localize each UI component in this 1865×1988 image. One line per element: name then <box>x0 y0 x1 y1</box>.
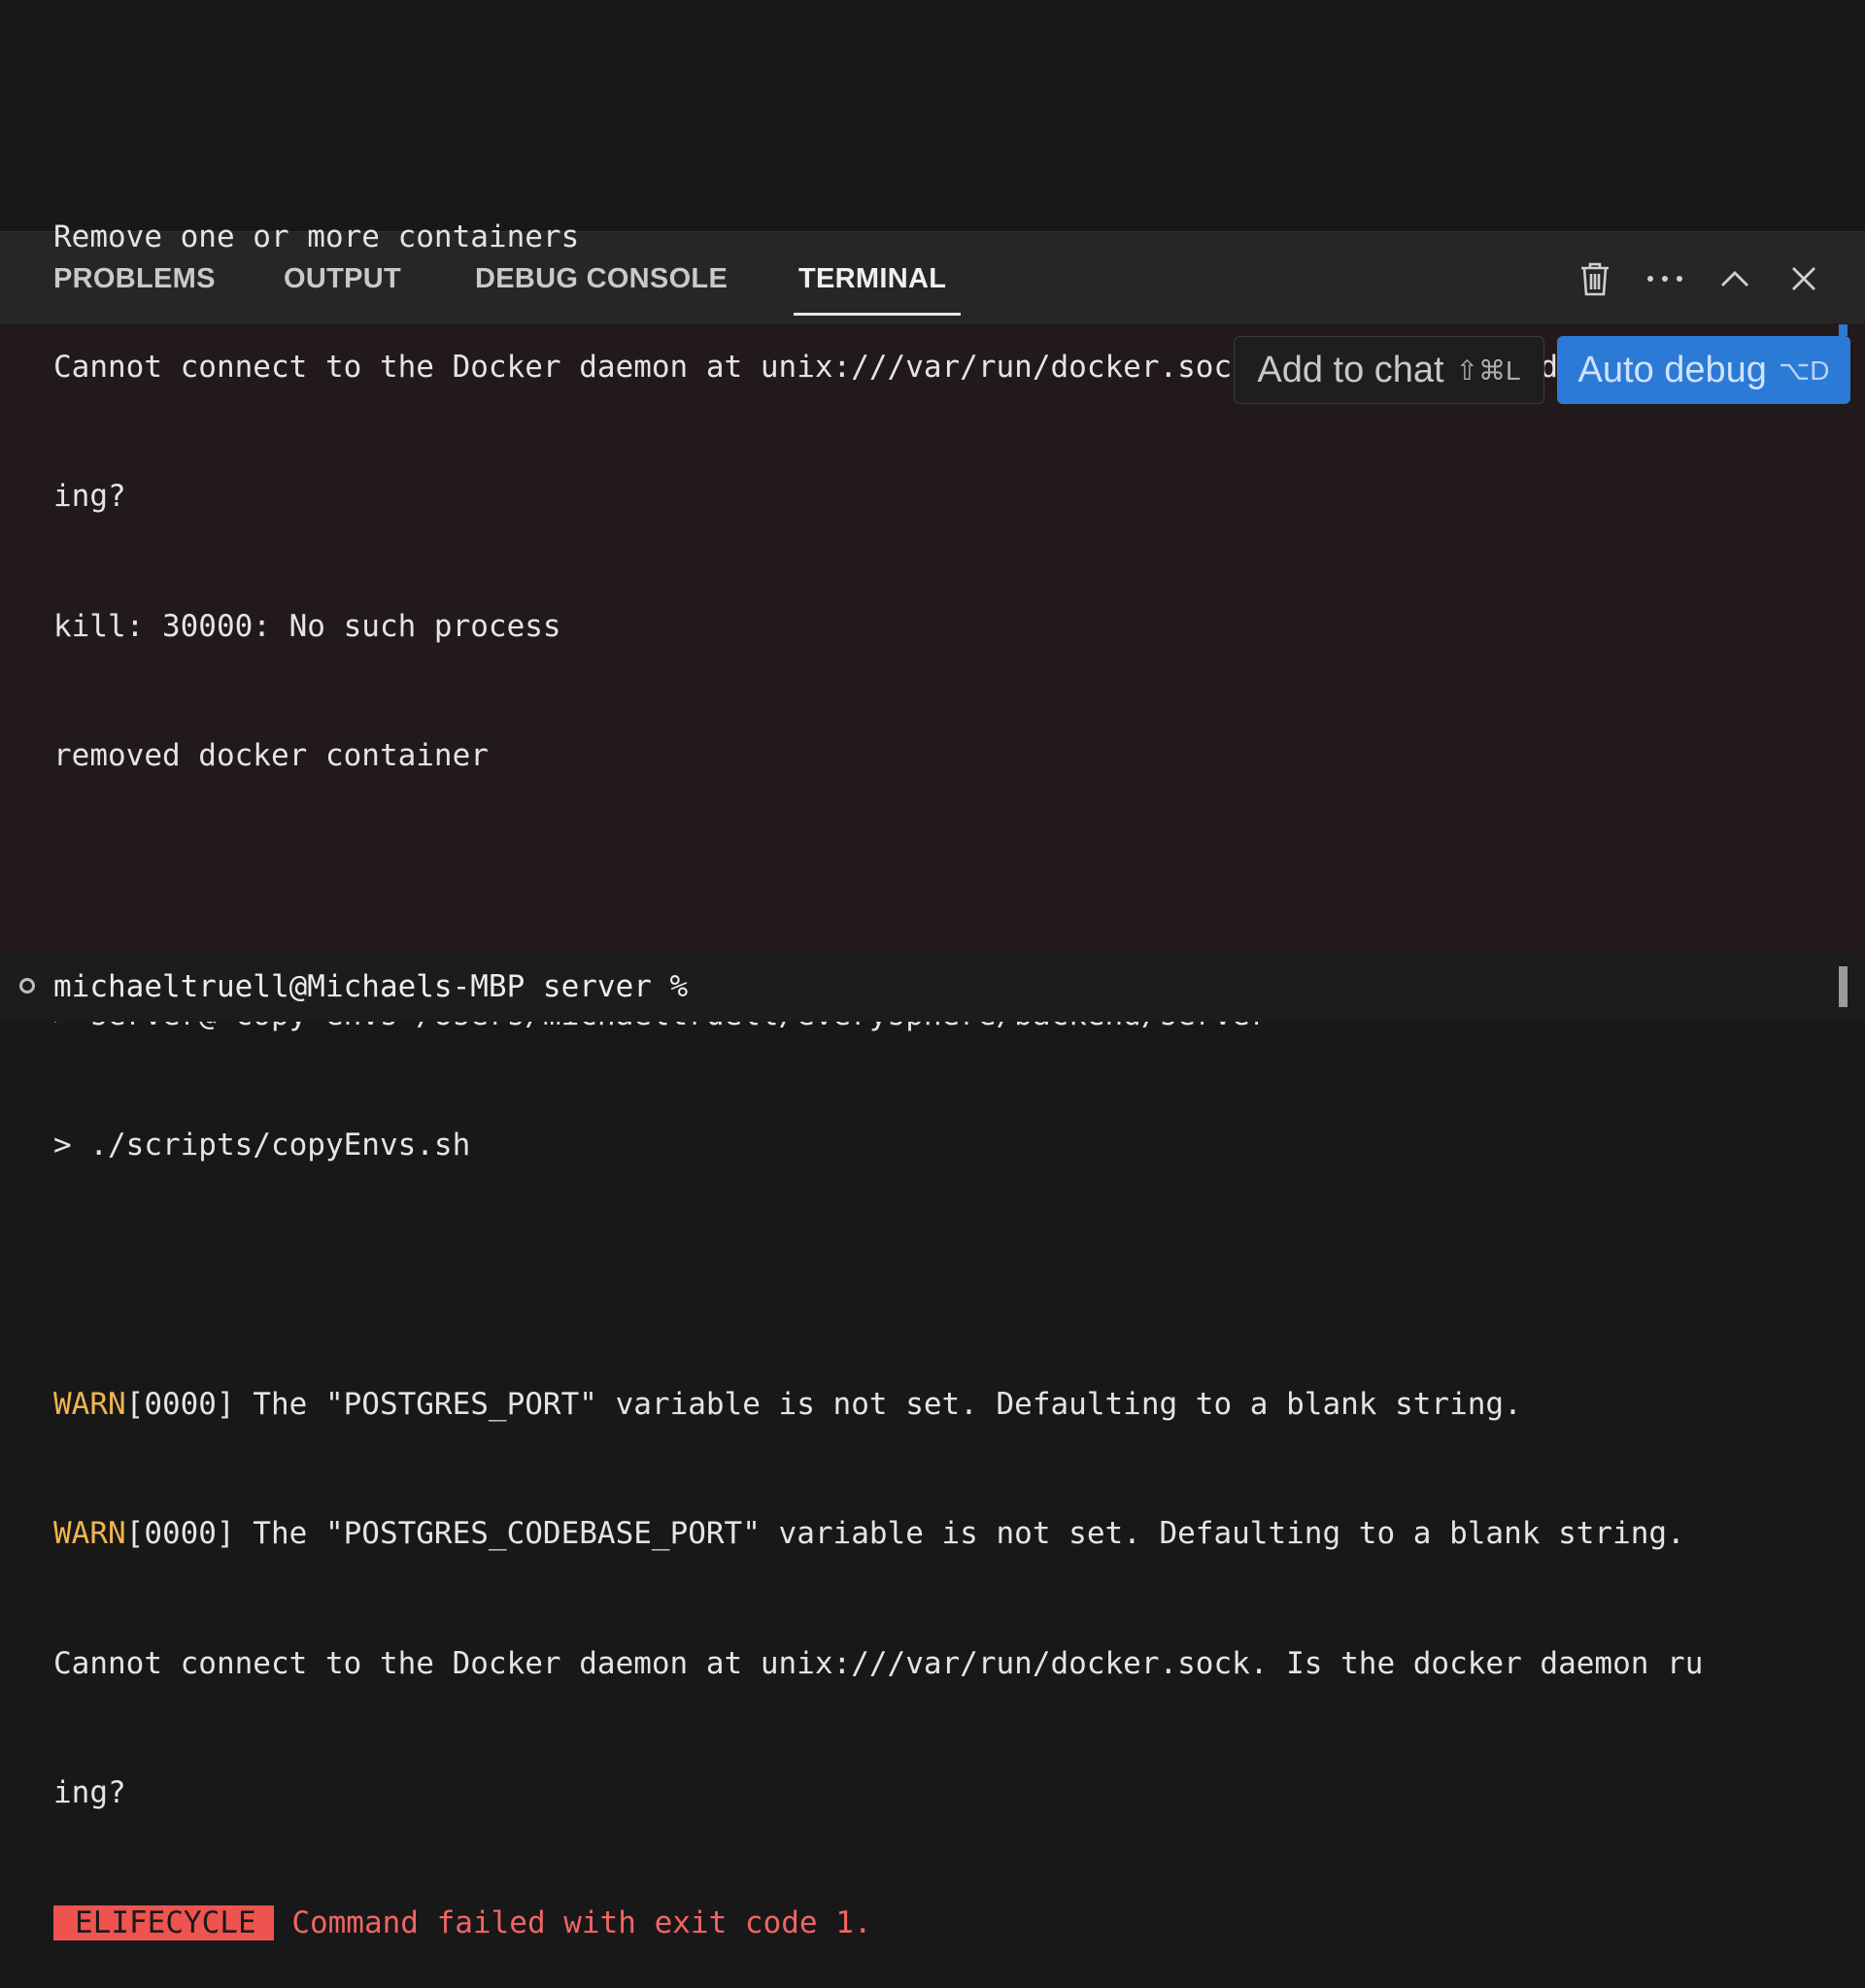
terminal-prompt[interactable]: michaeltruell@Michaels-MBP server % <box>53 965 688 1008</box>
terminal-line: ing? <box>53 1775 126 1810</box>
error-badge: ELIFECYCLE <box>53 1904 274 1940</box>
terminal-warn-line: WARN[0000] The "POSTGRES_CODEBASE_PORT" … <box>53 1512 1826 1556</box>
add-to-chat-shortcut: ⇧⌘L <box>1455 354 1521 386</box>
terminal-line: Remove one or more containers <box>53 219 580 254</box>
terminal-line: Cannot connect to the Docker daemon at u… <box>53 1645 1704 1681</box>
auto-debug-label: Auto debug <box>1577 349 1767 390</box>
warn-label: WARN <box>53 1386 126 1422</box>
error-message: Command failed with exit code 1. <box>291 1904 872 1940</box>
terminal-warn-line: WARN[0000] The "POSTGRES_PORT" variable … <box>53 1383 1826 1427</box>
add-to-chat-label: Add to chat <box>1257 349 1444 390</box>
auto-debug-shortcut: ⌥D <box>1778 354 1830 386</box>
command-status-icon[interactable] <box>19 978 35 994</box>
scrollbar-marker <box>1839 324 1848 336</box>
terminal-scrollbar[interactable] <box>1839 966 1848 1007</box>
warn-label: WARN <box>53 1516 126 1551</box>
add-to-chat-button[interactable]: Add to chat ⇧⌘L <box>1234 336 1544 404</box>
terminal-line: kill: 30000: No such process <box>53 608 561 644</box>
auto-debug-button[interactable]: Auto debug ⌥D <box>1557 336 1850 404</box>
terminal-line: ing? <box>53 479 126 514</box>
warn-text: [0000] The "POSTGRES_CODEBASE_PORT" vari… <box>125 1516 1685 1551</box>
terminal-prompt-row[interactable]: michaeltruell@Michaels-MBP server % <box>0 952 1865 1022</box>
terminal-line: > ./scripts/copyEnvs.sh <box>53 1127 471 1162</box>
terminal-output[interactable]: Remove one or more containers Cannot con… <box>53 129 1826 1988</box>
warn-text: [0000] The "POSTGRES_PORT" variable is n… <box>125 1386 1522 1422</box>
terminal-line: removed docker container <box>53 738 489 773</box>
terminal-error-line: ELIFECYCLE Command failed with exit code… <box>53 1902 1826 1945</box>
